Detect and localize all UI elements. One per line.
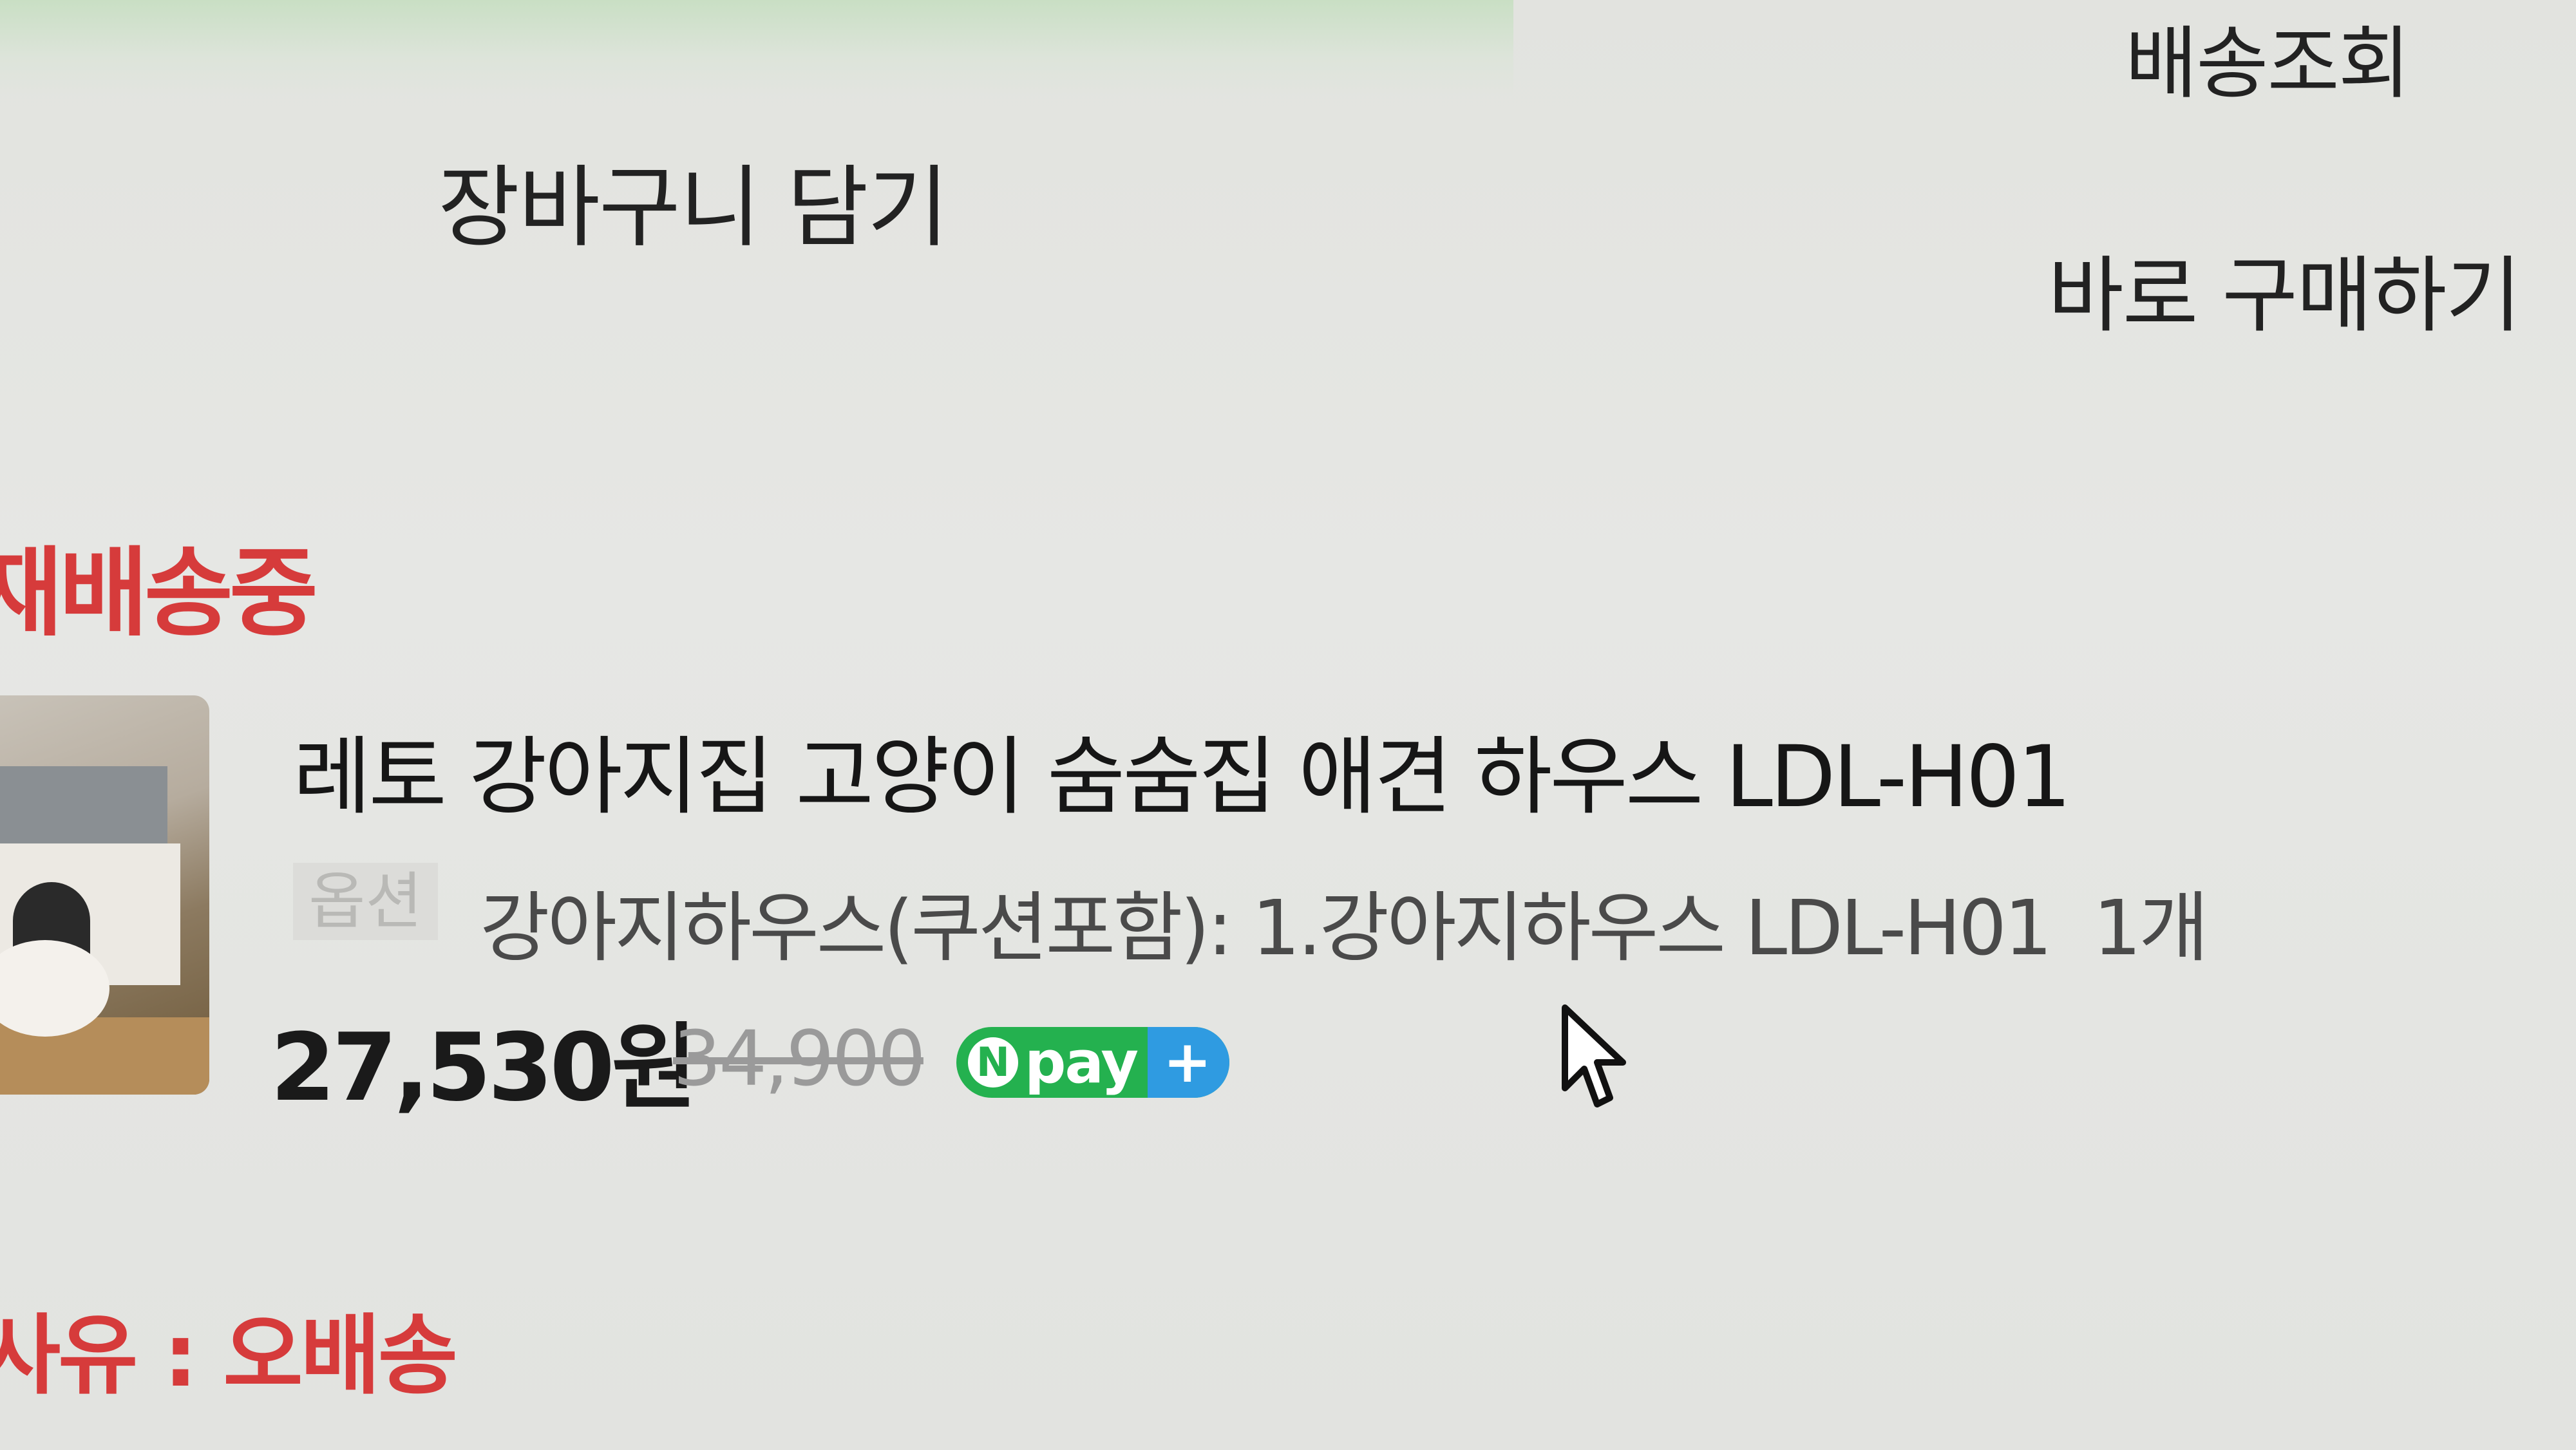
sale-price: 27,530원 [270,1013,697,1122]
npay-label: pay [1025,1028,1139,1097]
option-tag: 옵션 [293,863,438,940]
product-thumbnail[interactable] [0,695,209,1095]
mouse-pointer-icon [1562,1004,1626,1107]
delivery-check-link[interactable]: 배송조회 [2125,0,2410,114]
order-status-label: 재배송중 [0,538,318,650]
product-name-link[interactable]: 레토 강아지집 고양이 숨숨집 애견 하우스 LDL-H01 [293,708,2071,831]
option-value: 강아지하우스(쿠션포함): 1.강아지하우스 LDL-H01 [480,883,2052,972]
reship-reason: 사유 : 오배송 [0,1305,458,1406]
top-banner-area [0,0,1513,97]
option-detail: 강아지하우스(쿠션포함): 1.강아지하우스 LDL-H01 1개 [480,866,2209,976]
add-to-cart-button[interactable]: 장바구니 담기 [438,135,949,264]
original-price: 34,900 [673,1014,926,1103]
npay-plus-icon: + [1148,1027,1230,1098]
buy-now-button[interactable]: 바로 구매하기 [2048,229,2521,348]
npay-plus-badge: N pay + [956,1027,1230,1098]
npay-n-icon: N [968,1037,1018,1088]
option-quantity: 1개 [2093,883,2209,972]
